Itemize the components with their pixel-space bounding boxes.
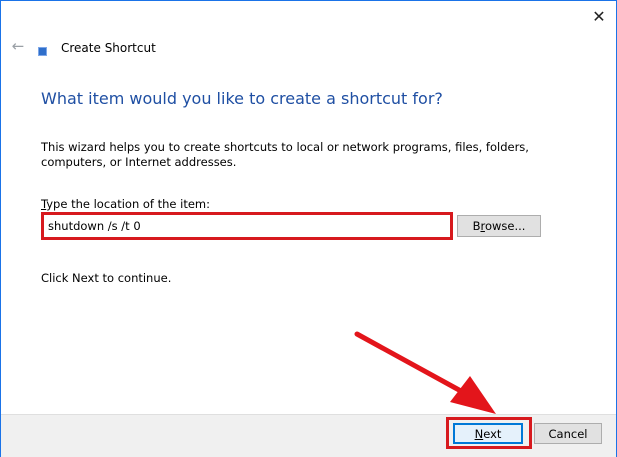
next-label-accelerator: N [474,426,484,441]
title-bar: ✕ [1,1,616,31]
browse-label-post: owse... [484,219,526,233]
create-shortcut-window: ✕ ← Create Shortcut What item would you … [0,0,617,457]
close-icon: ✕ [592,6,606,26]
next-label-text: ext [483,426,502,441]
wizard-title: Create Shortcut [61,41,156,55]
page-heading: What item would you like to create a sho… [41,89,443,108]
continue-hint: Click Next to continue. [41,271,172,285]
close-button[interactable]: ✕ [582,1,616,31]
location-input[interactable] [41,212,453,240]
cancel-button[interactable]: Cancel [534,423,602,444]
wizard-header: ← Create Shortcut [1,35,616,61]
shortcut-icon [38,47,47,56]
wizard-description: This wizard helps you to create shortcut… [41,140,529,169]
location-label-text: ype the location of the item: [46,197,211,211]
browse-button[interactable]: Browse... [457,215,541,237]
next-button[interactable]: Next [453,423,523,444]
back-arrow-icon[interactable]: ← [9,37,27,55]
location-label: Type the location of the item: [41,197,210,211]
